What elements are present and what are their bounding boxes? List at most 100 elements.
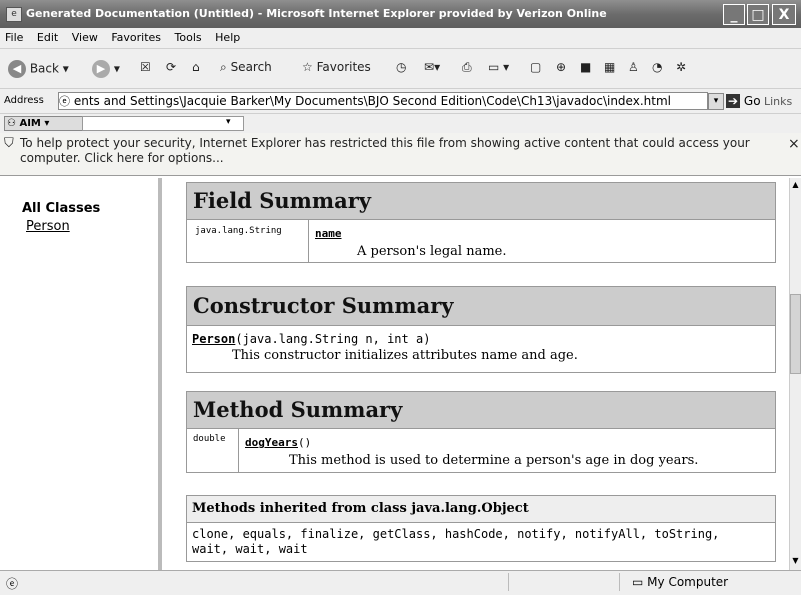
research-button[interactable]: ⊕ — [556, 60, 566, 74]
address-input[interactable]: ⓔ ents and Settings\Jacquie Barker\My Do… — [58, 92, 708, 110]
security-zone: ▭ My Computer — [632, 575, 728, 589]
field-name-link[interactable]: name — [315, 227, 342, 240]
stop-button[interactable]: ☒ — [140, 60, 151, 74]
address-label: Address — [4, 95, 44, 106]
back-label: Back — [29, 61, 59, 76]
info-bar-message: To help protect your security, Internet … — [20, 136, 750, 165]
field-summary-table: Field Summary java.lang.String name A pe… — [186, 182, 776, 263]
menu-bar: File Edit View Favorites Tools Help — [0, 28, 801, 49]
aim-toolbar: ⚇ AIM ▾ ▾ — [0, 114, 801, 133]
back-arrow-icon: ◀ — [8, 60, 26, 78]
aim-search-input[interactable] — [82, 116, 244, 131]
aim-button[interactable]: ⚇ AIM ▾ — [4, 116, 84, 131]
method-name-link[interactable]: dogYears — [245, 436, 298, 449]
title-bar: e Generated Documentation (Untitled) - M… — [0, 0, 801, 28]
constructor-summary-heading: Constructor Summary — [187, 287, 775, 325]
star-icon: ☆ — [302, 60, 313, 74]
tool-button-2[interactable]: ♙ — [628, 60, 639, 74]
research-icon: ⊕ — [556, 60, 567, 74]
go-button[interactable]: ➔ Go — [726, 94, 761, 108]
home-icon: ⌂ — [192, 60, 200, 74]
favorites-label: Favorites — [316, 60, 371, 74]
info-bar-close-button[interactable]: × — [788, 136, 800, 152]
computer-icon: ▭ — [632, 575, 644, 589]
vertical-scrollbar[interactable]: ▲ ▼ — [789, 178, 801, 570]
content-area: All Classes Person Field Summary java.la… — [0, 178, 789, 570]
constructor-name-link[interactable]: Person — [192, 332, 235, 346]
minimize-button[interactable]: _ — [723, 4, 745, 25]
field-type: java.lang.String — [187, 220, 309, 262]
address-value: ents and Settings\Jacquie Barker\My Docu… — [73, 94, 671, 108]
tool-button-1[interactable]: ▦ — [604, 60, 615, 74]
back-button[interactable]: ◀ Back ▾ — [8, 60, 69, 78]
print-button[interactable]: ⎙ — [462, 60, 472, 75]
tool-button-3[interactable]: ◔ — [652, 60, 662, 74]
class-detail-frame: Field Summary java.lang.String name A pe… — [166, 178, 789, 570]
method-summary-heading: Method Summary — [187, 392, 775, 428]
page-icon: ⓔ — [59, 95, 70, 108]
go-label: Go — [743, 94, 761, 108]
method-description: This method is used to determine a perso… — [289, 453, 699, 468]
scroll-down-icon[interactable]: ▼ — [790, 556, 801, 565]
field-summary-heading: Field Summary — [187, 183, 775, 219]
edit-icon: ▭ — [488, 60, 500, 74]
classes-frame: All Classes Person — [0, 178, 162, 570]
print-icon: ⎙ — [462, 60, 472, 74]
home-button[interactable]: ⌂ — [192, 60, 200, 74]
close-button[interactable]: X — [772, 4, 796, 25]
constructor-signature: (java.lang.String n, int a) — [235, 332, 431, 346]
shield-icon: ⛉ — [4, 136, 14, 151]
history-icon: ◷ — [396, 60, 407, 74]
messenger-button[interactable]: ■ — [580, 60, 591, 74]
butterfly-icon: ✲ — [676, 60, 687, 74]
menu-tools[interactable]: Tools — [170, 28, 207, 44]
refresh-button[interactable]: ⟳ — [166, 60, 176, 74]
discuss-button[interactable]: ▢ — [530, 60, 541, 74]
menu-favorites[interactable]: Favorites — [106, 28, 166, 44]
constructor-row: Person(java.lang.String n, int a) This c… — [187, 325, 775, 372]
method-return-type: double — [187, 429, 239, 472]
class-link-person[interactable]: Person — [26, 219, 70, 234]
links-button[interactable]: Links — [764, 95, 792, 108]
messenger-icon: ■ — [580, 60, 592, 74]
aim-dropdown-icon[interactable]: ▾ — [226, 117, 231, 127]
go-arrow-icon: ➔ — [726, 94, 741, 108]
inherited-methods-heading: Methods inherited from class java.lang.O… — [187, 496, 775, 522]
menu-file[interactable]: File — [0, 28, 28, 44]
method-summary-table: Method Summary double dogYears() This me… — [186, 391, 776, 473]
aim-label: AIM — [19, 118, 41, 129]
refresh-icon: ⟳ — [166, 60, 177, 74]
history-button[interactable]: ◷ — [396, 60, 406, 74]
menu-help[interactable]: Help — [210, 28, 245, 44]
address-dropdown-button[interactable]: ▾ — [708, 93, 724, 110]
security-info-bar[interactable]: ⛉ To help protect your security, Interne… — [0, 133, 801, 176]
method-row: double dogYears() This method is used to… — [187, 428, 775, 472]
inherited-methods-list: clone, equals, finalize, getClass, hashC… — [187, 522, 775, 561]
stop-icon: ☒ — [140, 60, 151, 74]
scroll-up-icon[interactable]: ▲ — [790, 180, 801, 189]
mail-icon: ✉ — [424, 60, 435, 74]
ie-app-icon: e — [6, 7, 22, 22]
all-classes-heading: All Classes — [22, 201, 101, 216]
menu-edit[interactable]: Edit — [32, 28, 63, 44]
search-button[interactable]: ⌕ Search — [220, 60, 272, 75]
mail-button[interactable]: ✉▾ — [424, 60, 440, 74]
scrollbar-thumb[interactable] — [790, 294, 801, 374]
status-bar: ⓔ ▭ My Computer — [0, 570, 801, 595]
status-page-icon: ⓔ — [6, 577, 19, 591]
security-zone-label: My Computer — [647, 575, 729, 589]
status-panel — [508, 573, 620, 591]
tool-button-4[interactable]: ✲ — [676, 60, 686, 74]
toolbar: ◀ Back ▾ ▶ ▾ ☒ ⟳ ⌂ ⌕ Search ☆ Favorites … — [0, 49, 801, 89]
maximize-button[interactable]: □ — [747, 4, 769, 25]
edit-button[interactable]: ▭ ▾ — [488, 60, 509, 74]
constructor-description: This constructor initializes attributes … — [232, 348, 578, 363]
favorites-button[interactable]: ☆ Favorites — [302, 60, 371, 74]
field-row: java.lang.String name A person's legal n… — [187, 219, 775, 262]
search-label: Search — [230, 60, 272, 74]
constructor-summary-table: Constructor Summary Person(java.lang.Str… — [186, 286, 776, 373]
chat-icon: ◔ — [652, 60, 663, 74]
forward-button[interactable]: ▶ ▾ — [92, 60, 120, 78]
field-description: A person's legal name. — [357, 244, 507, 259]
menu-view[interactable]: View — [67, 28, 103, 44]
